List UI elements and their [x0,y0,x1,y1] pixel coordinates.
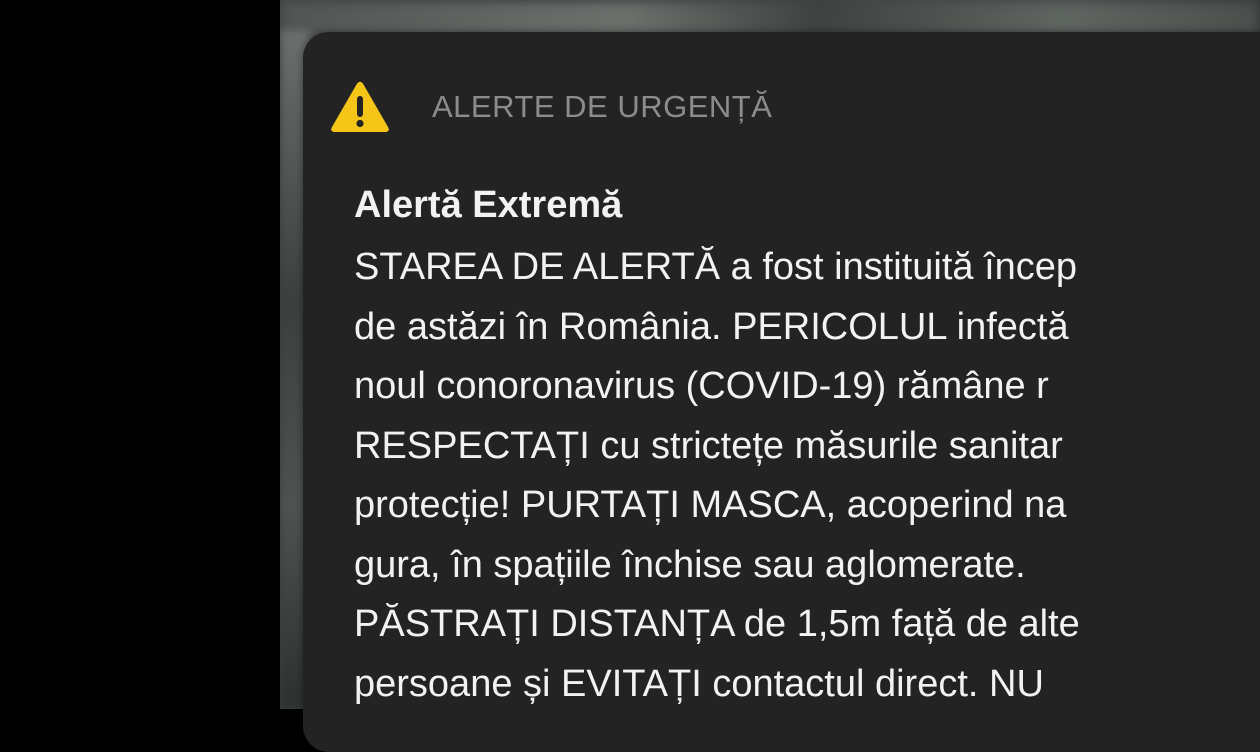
alert-body-line: persoane și EVITAȚI contactul direct. NU [354,662,1044,705]
app-name-label: ALERTE DE URGENȚĂ [432,89,773,124]
warning-triangle-icon [331,81,389,132]
notification-header: ALERTE DE URGENȚĂ [330,78,772,136]
alert-title: Alertă Extremă [354,184,623,226]
alert-body-line: RESPECTAȚI cu strictețe măsurile sanitar [354,424,1063,467]
alert-body-line: protecție! PURTAȚI MASCA, acoperind na [354,484,1067,526]
alert-body-line: noul conoronavirus (COVID-19) rămâne r [354,365,1049,407]
alert-body-line: de astăzi în România. PERICOLUL infectă [354,305,1069,348]
alert-body: STAREA DE ALERTĂ a fost instituită încep… [354,238,1260,714]
alert-body-line: PĂSTRAȚI DISTANȚA de 1,5m față de alte [354,603,1080,645]
alert-body-line: STAREA DE ALERTĂ a fost instituită încep [354,246,1078,288]
left-black-margin [0,0,280,709]
alert-body-line: gura, în spațiile închise sau aglomerate… [354,543,1026,586]
